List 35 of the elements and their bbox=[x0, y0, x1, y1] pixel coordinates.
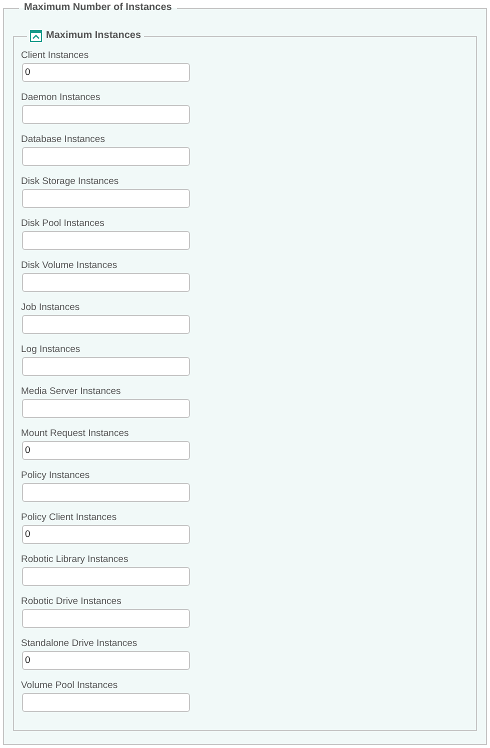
input-field[interactable] bbox=[22, 273, 190, 292]
field-label: Policy Client Instances bbox=[21, 511, 117, 524]
input-field[interactable] bbox=[22, 189, 190, 208]
input-field[interactable]: 0 bbox=[22, 441, 190, 460]
field-label: Client Instances bbox=[21, 49, 89, 62]
field-label: Media Server Instances bbox=[21, 385, 121, 398]
input-field[interactable]: 0 bbox=[22, 63, 190, 82]
input-field[interactable] bbox=[22, 483, 190, 502]
field-label: Job Instances bbox=[21, 301, 80, 314]
input-field[interactable] bbox=[22, 693, 190, 712]
input-field[interactable] bbox=[22, 357, 190, 376]
field-label: Volume Pool Instances bbox=[21, 679, 118, 692]
field-label: Policy Instances bbox=[21, 469, 90, 482]
field-label: Mount Request Instances bbox=[21, 427, 129, 440]
input-field[interactable] bbox=[22, 567, 190, 586]
field-label: Disk Storage Instances bbox=[21, 175, 119, 188]
field-label: Disk Volume Instances bbox=[21, 259, 118, 272]
input-field[interactable] bbox=[22, 399, 190, 418]
field-label: Disk Pool Instances bbox=[21, 217, 104, 230]
input-field[interactable] bbox=[22, 147, 190, 166]
input-field[interactable] bbox=[22, 105, 190, 124]
input-field[interactable] bbox=[22, 609, 190, 628]
group-title: Maximum Instances bbox=[46, 29, 142, 43]
input-field[interactable] bbox=[22, 231, 190, 250]
input-field[interactable]: 0 bbox=[22, 525, 190, 544]
section-title: Maximum Number of Instances bbox=[23, 1, 173, 15]
field-label: Robotic Library Instances bbox=[21, 553, 128, 566]
collapse-toggle-icon[interactable] bbox=[30, 30, 42, 42]
field-label: Standalone Drive Instances bbox=[21, 637, 138, 650]
input-field[interactable] bbox=[22, 315, 190, 334]
field-label: Log Instances bbox=[21, 343, 80, 356]
field-label: Database Instances bbox=[21, 133, 105, 146]
input-field[interactable]: 0 bbox=[22, 651, 190, 670]
field-label: Robotic Drive Instances bbox=[21, 595, 122, 608]
field-label: Daemon Instances bbox=[21, 91, 100, 104]
